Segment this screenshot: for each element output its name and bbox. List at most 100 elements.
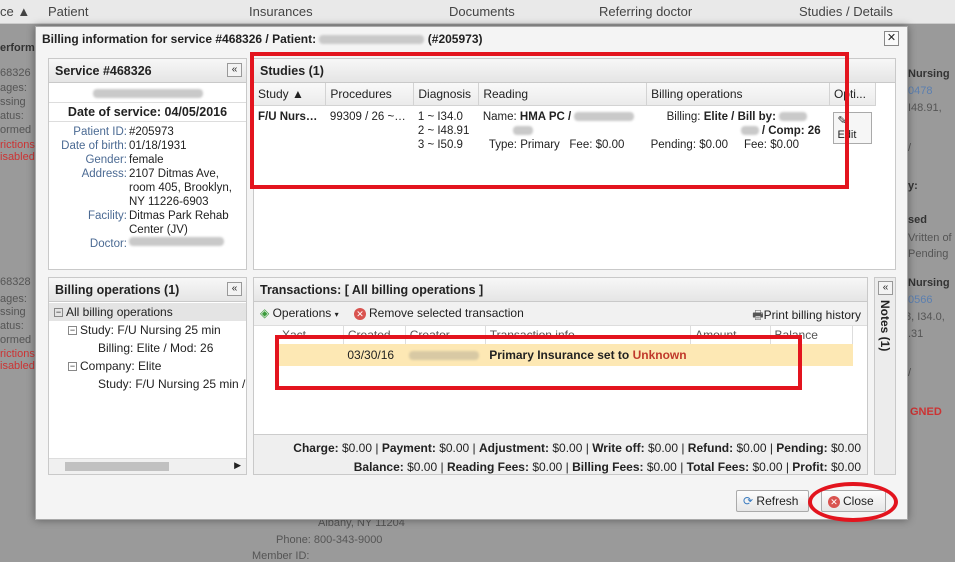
- tx-created: 03/30/16: [347, 348, 395, 362]
- bg-right-text: Nursing: [908, 68, 950, 80]
- col-billing-operations[interactable]: Billing operations: [646, 83, 830, 106]
- print-history-button[interactable]: 🖶Print billing history: [752, 306, 861, 327]
- bg-col-referring[interactable]: Referring doctor: [599, 4, 692, 19]
- collapse-icon[interactable]: «: [227, 63, 242, 77]
- horizontal-scrollbar[interactable]: ▶: [49, 458, 246, 474]
- close-icon: ✕: [828, 495, 840, 508]
- studies-header-row: Study ▲ Procedures Diagnosis Reading Bil…: [254, 83, 877, 106]
- date-of-service: Date of service: 04/05/2016: [49, 102, 246, 122]
- bg-left-text: ormed: [0, 334, 32, 346]
- collapse-tree-icon[interactable]: −: [68, 326, 77, 336]
- billing-ops-title: Billing operations (1): [55, 283, 180, 297]
- close-button[interactable]: ✕ Close: [821, 490, 886, 512]
- bg-right-text: .31: [908, 328, 924, 340]
- transactions-panel: Transactions: [ All billing operations ]…: [253, 277, 868, 475]
- bg-left-text: atus:: [0, 110, 24, 122]
- study-reading: Name: HMA PC / Type: Primary Fee: $0.00: [479, 106, 647, 157]
- col-xact[interactable]: Xact: [278, 326, 344, 344]
- col-study[interactable]: Study ▲: [254, 83, 327, 106]
- edit-button[interactable]: ✎ Edit: [833, 112, 872, 144]
- info-row-doctor: Doctor:: [49, 237, 244, 251]
- transaction-row[interactable]: 03/30/16 Primary Insurance set to Unknow…: [278, 344, 853, 366]
- refresh-icon: ⟳: [743, 494, 754, 508]
- bg-left-text: erform: [0, 42, 35, 54]
- edit-icon: ✎: [837, 115, 847, 127]
- scroll-right-icon[interactable]: ▶: [234, 460, 241, 471]
- info-row-dob: Date of birth: 01/18/1931: [61, 140, 187, 152]
- study-procedures: 99309 / 26 ~…: [329, 111, 406, 123]
- bg-right-text: /: [908, 142, 912, 154]
- bg-right-text: /: [908, 367, 912, 379]
- redacted-patient-name: [319, 35, 425, 45]
- bg-left-text: atus:: [0, 320, 24, 332]
- notes-title: Notes (1): [878, 300, 892, 352]
- bg-right-text: y:: [908, 180, 918, 192]
- notes-panel[interactable]: « Notes (1): [874, 277, 896, 475]
- transactions-toolbar: ◈ Operations ▾ ✕ Remove selected transact…: [254, 302, 867, 326]
- collapse-tree-icon[interactable]: −: [68, 362, 77, 372]
- bg-col-studies[interactable]: Studies / Details: [799, 4, 893, 19]
- col-created[interactable]: Created: [343, 326, 406, 344]
- bg-bottom-text: Member ID:: [252, 550, 310, 562]
- col-procedures[interactable]: Procedures: [325, 83, 415, 106]
- bg-left-text: isabled: [0, 360, 35, 372]
- col-amount[interactable]: Amount: [690, 326, 771, 344]
- bg-right-text: Nursing: [908, 277, 950, 289]
- dropdown-icon: ▾: [334, 310, 339, 319]
- col-options[interactable]: Opti...: [829, 83, 877, 106]
- patient-info: Patient ID: #205973 Date of birth: 01/18/1…: [49, 122, 246, 251]
- bg-col-insurances[interactable]: Insurances: [249, 4, 313, 19]
- tx-creator: [405, 344, 485, 366]
- tree-item-study[interactable]: − Study: F/U Nursing 25 min: [52, 321, 243, 339]
- col-creator[interactable]: Creator: [405, 326, 486, 344]
- billing-ops-tree: − All billing operations − Study: F/U Nurs…: [49, 302, 246, 457]
- operations-icon: ◈: [260, 306, 270, 320]
- transactions-table: Xact Created Creator Transaction info Am…: [278, 326, 854, 366]
- info-row-facility: Facility: Ditmas Park Rehab Center (JV): [88, 210, 229, 236]
- tree-item-company-study[interactable]: Study: F/U Nursing 25 min /: [52, 375, 245, 393]
- bg-right-text: 0478: [908, 85, 933, 97]
- bg-left-text: 68328: [0, 276, 31, 288]
- transactions-header: Transactions: [ All billing operations ]: [254, 278, 867, 302]
- tree-item-company[interactable]: − Company: Elite: [52, 357, 243, 375]
- bg-col-patient[interactable]: Patient: [48, 4, 88, 19]
- collapse-tree-icon[interactable]: −: [54, 308, 63, 318]
- billing-ops-header: Billing operations (1) «: [49, 278, 246, 302]
- bg-left-text: ormed: [0, 124, 32, 136]
- tree-item-billing[interactable]: Billing: Elite / Mod: 26: [52, 339, 243, 357]
- col-reading[interactable]: Reading: [478, 83, 648, 106]
- studies-panel-header: Studies (1): [254, 59, 895, 83]
- bg-col-service[interactable]: ce ▲: [0, 4, 30, 19]
- transactions-header-row: Xact Created Creator Transaction info Am…: [278, 326, 854, 344]
- bg-left-text: 68326: [0, 67, 31, 79]
- bg-col-documents[interactable]: Documents: [449, 4, 515, 19]
- bg-right-text: I48.91,: [908, 102, 942, 114]
- transactions-summary: Charge: $0.00 | Payment: $0.00 | Adjustm…: [254, 434, 867, 474]
- col-diagnosis[interactable]: Diagnosis: [413, 83, 480, 106]
- col-transaction-info[interactable]: Transaction info: [485, 326, 692, 344]
- col-balance[interactable]: Balance: [770, 326, 854, 344]
- scrollbar-thumb[interactable]: [65, 462, 169, 471]
- bg-left-text: ages:: [0, 82, 27, 94]
- billing-ops-panel: Billing operations (1) « − All billing op…: [48, 277, 247, 475]
- refresh-button[interactable]: ⟳ Refresh: [736, 490, 809, 512]
- info-row-patient-id: Patient ID: #205973: [73, 126, 174, 138]
- dialog-close-icon[interactable]: ✕: [884, 31, 899, 46]
- tx-amount: [691, 344, 770, 366]
- tx-info: Primary Insurance set to Unknown: [489, 348, 687, 362]
- collapse-icon[interactable]: «: [227, 282, 242, 296]
- operations-menu[interactable]: ◈ Operations ▾: [260, 306, 339, 320]
- remove-transaction-button[interactable]: ✕ Remove selected transaction: [354, 306, 524, 320]
- printer-icon: 🖶: [752, 308, 764, 322]
- study-row[interactable]: F/U Nurs… 99309 / 26 ~… 1 ~ I34.0 2 ~ I4…: [254, 106, 876, 157]
- tree-item-all[interactable]: − All billing operations: [49, 303, 246, 321]
- study-name: F/U Nurs…: [258, 111, 318, 123]
- study-options: ✎ Edit: [829, 106, 875, 157]
- summary-line-1: Charge: $0.00 | Payment: $0.00 | Adjustm…: [293, 441, 861, 455]
- bg-right-text: sed: [908, 214, 927, 226]
- info-row-address: Address: 2107 Ditmas Ave, room 405, Brook…: [81, 168, 232, 208]
- dialog-title: Billing information for service #468326 …: [42, 32, 483, 46]
- billing-dialog: Billing information for service #468326 …: [35, 26, 908, 520]
- expand-notes-icon[interactable]: «: [878, 281, 893, 295]
- studies-panel: Studies (1) Study ▲ Procedures Diagnosis…: [253, 58, 896, 270]
